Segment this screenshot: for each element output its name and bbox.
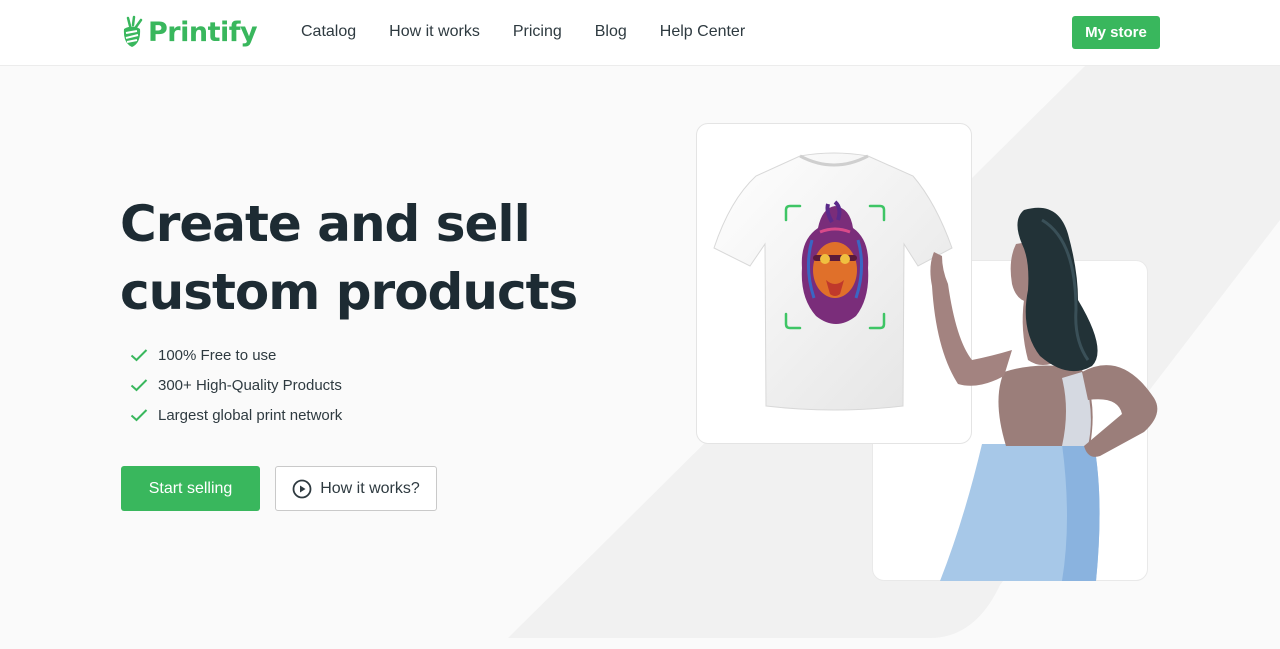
check-icon	[130, 379, 148, 392]
feature-list: 100% Free to use 300+ High-Quality Produ…	[130, 340, 342, 430]
logo-text: Printify	[148, 16, 258, 48]
how-it-works-button[interactable]: How it works?	[275, 466, 437, 511]
nav-catalog[interactable]: Catalog	[301, 23, 356, 41]
feature-label: Largest global print network	[158, 406, 343, 424]
feature-label: 300+ High-Quality Products	[158, 376, 342, 394]
nav-pricing[interactable]: Pricing	[513, 23, 562, 41]
nav-blog[interactable]: Blog	[595, 23, 627, 41]
play-circle-icon	[292, 479, 312, 498]
headline-line-2: custom products	[120, 263, 578, 321]
check-icon	[130, 349, 148, 362]
nav-how-it-works[interactable]: How it works	[389, 23, 480, 41]
check-icon	[130, 409, 148, 422]
start-selling-button[interactable]: Start selling	[121, 466, 260, 511]
feature-label: 100% Free to use	[158, 346, 277, 364]
printify-logo-icon	[123, 15, 143, 47]
feature-item: 100% Free to use	[130, 340, 342, 370]
woman-illustration	[930, 207, 1158, 581]
feature-item: Largest global print network	[130, 400, 342, 430]
my-store-button[interactable]: My store	[1072, 16, 1160, 49]
how-it-works-label: How it works?	[320, 479, 420, 497]
feature-item: 300+ High-Quality Products	[130, 370, 342, 400]
headline-line-1: Create and sell	[120, 195, 531, 253]
site-header: Printify Catalog How it works Pricing Bl…	[0, 0, 1280, 66]
main-nav: Catalog How it works Pricing Blog Help C…	[301, 23, 778, 41]
hero-headline: Create and sell custom products	[120, 190, 640, 326]
nav-help-center[interactable]: Help Center	[660, 23, 745, 41]
printify-logo[interactable]: Printify	[120, 15, 258, 49]
